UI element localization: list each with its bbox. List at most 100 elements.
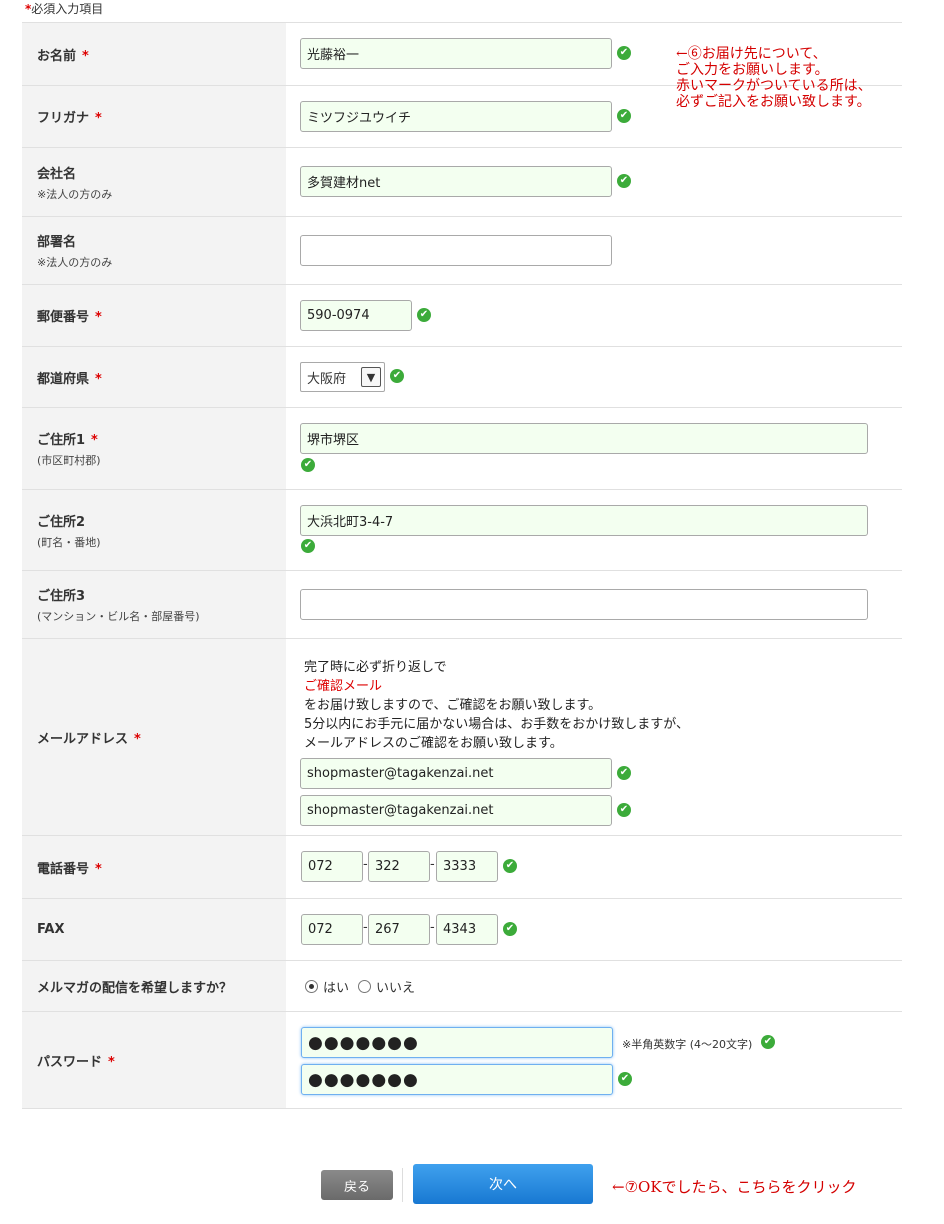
address3-label: ご住所3 [37,589,86,604]
row-address2: ご住所2 (町名・番地) 大浜北町3-4-7 ✔ [22,490,902,571]
required-mark: * [108,1054,115,1070]
check-icon: ✔ [617,803,631,817]
row-prefecture: 都道府県 * 大阪府 ▼ ✔ [22,347,902,408]
fax-separator: - [363,920,368,935]
required-mark: * [95,861,102,877]
department-sub: ※法人の方のみ [37,256,113,269]
check-icon: ✔ [617,766,631,780]
row-fax: FAX 072 - 267 - 4343 ✔ [22,899,902,961]
annotation-step7: ←⑦OKでしたら、こちらをクリック [612,1178,857,1196]
email-label: メールアドレス [37,731,129,747]
email-note-line3: 5分以内にお手元に届かない場合は、お手数をおかけ致しますが、 [304,717,690,732]
phone-part3-input[interactable]: 3333 [436,851,498,882]
phone-label: 電話番号 [37,861,90,877]
address2-input[interactable]: 大浜北町3-4-7 [300,505,868,536]
password-note: ※半角英数字 (4～20文字) [622,1038,753,1051]
newsletter-yes-label[interactable]: はい [323,977,349,996]
password-confirm-input[interactable]: ●●●●●●● [301,1064,613,1095]
newsletter-radio-group: はい いいえ [305,977,415,996]
password-label: パスワード [37,1054,103,1070]
name-input[interactable]: 光藤裕一 [300,38,612,69]
prefecture-value: 大阪府 [307,371,347,387]
required-mark: * [95,371,102,387]
row-phone: 電話番号 * 072 - 322 - 3333 ✔ [22,836,902,899]
phone-separator: - [430,857,435,872]
required-mark: * [134,731,141,747]
email-input[interactable]: shopmaster@tagakenzai.net [300,758,612,789]
annotation-step6-line3: 赤いマークがついている所は、 [676,78,872,94]
fax-separator: - [430,920,435,935]
email-confirm-input[interactable]: shopmaster@tagakenzai.net [300,795,612,826]
department-input[interactable] [300,235,612,266]
fax-label: FAX [37,922,65,937]
company-sub: ※法人の方のみ [37,187,113,201]
chevron-down-icon[interactable]: ▼ [361,367,381,387]
check-icon: ✔ [761,1035,775,1049]
button-divider [402,1168,403,1202]
annotation-step6-line4: 必ずご記入をお願い致します。 [676,94,871,110]
phone-part1-input[interactable]: 072 [301,851,363,882]
phone-separator: - [363,857,368,872]
fax-part3-input[interactable]: 4343 [436,914,498,945]
address2-label: ご住所2 [37,514,86,530]
annotation-step6: ←⑥お届け先について、 ご入力をお願いします。 赤いマークがついている所は、 必… [676,46,872,110]
row-postal: 郵便番号 * 590-0974 ✔ [22,285,902,347]
check-icon: ✔ [301,458,315,472]
row-password: パスワード * ●●●●●●● ※半角英数字 (4～20文字) ✔ ●●●●●●●… [22,1012,902,1109]
address1-input[interactable]: 堺市堺区 [300,423,868,454]
row-company: 会社名 ※法人の方のみ 多賀建材net ✔ [22,148,902,217]
fax-part2-input[interactable]: 267 [368,914,430,945]
address1-label: ご住所1 [37,433,86,448]
required-mark: * [95,310,102,325]
label-cell: お名前 * [22,23,286,85]
email-note-line1: 完了時に必ず折り返しで [304,660,447,675]
row-department: 部署名 ※法人の方のみ [22,217,902,285]
newsletter-no-radio[interactable] [358,980,372,993]
required-mark: * [91,433,98,448]
check-icon: ✔ [617,174,631,188]
required-note-text: 必須入力項目 [31,2,104,16]
postal-input[interactable]: 590-0974 [300,300,412,331]
newsletter-label: メルマガの配信を希望しますか？ [37,980,233,996]
email-note: 完了時に必ず折り返しで ご確認メール をお届け致しますので、ご確認をお願い致しま… [304,658,689,753]
row-newsletter: メルマガの配信を希望しますか？ はい いいえ [22,961,902,1012]
postal-label: 郵便番号 [37,310,90,325]
address1-sub: (市区町村郡) [37,454,101,467]
phone-part2-input[interactable]: 322 [368,851,430,882]
check-icon: ✔ [390,369,404,383]
fax-part1-input[interactable]: 072 [301,914,363,945]
check-icon: ✔ [503,922,517,936]
company-label: 会社名 [37,166,77,182]
row-email: メールアドレス * 完了時に必ず折り返しで ご確認メール をお届け致しますので、ご… [22,639,902,836]
department-label: 部署名 [37,235,77,250]
row-address1: ご住所1 * (市区町村郡) 堺市堺区 ✔ [22,408,902,490]
prefecture-label: 都道府県 [37,371,90,387]
check-icon: ✔ [617,109,631,123]
company-input[interactable]: 多賀建材net [300,166,612,197]
required-note: *必須入力項目 [25,0,103,17]
email-note-line2: をお届け致しますので、ご確認をお願い致します。 [304,698,602,713]
annotation-step6-line1: ←⑥お届け先について、 [676,46,827,62]
check-icon: ✔ [417,308,431,322]
check-icon: ✔ [503,859,517,873]
check-icon: ✔ [618,1072,632,1086]
prefecture-select[interactable]: 大阪府 ▼ [300,362,385,392]
email-note-red: ご確認メール [304,679,383,694]
address3-input[interactable] [300,589,868,620]
next-button[interactable]: 次へ [413,1164,593,1204]
order-form: お名前 * 光藤裕一 ✔ フリガナ * ミツフジユウイチ ✔ 会社名 ※法人の方のみ… [22,22,902,1109]
row-address3: ご住所3 (マンション・ビル名・部屋番号) [22,571,902,639]
check-icon: ✔ [617,46,631,60]
email-note-line4: メールアドレスのご確認をお願い致します。 [304,736,563,751]
furigana-input[interactable]: ミツフジユウイチ [300,101,612,132]
required-mark: * [95,111,102,126]
furigana-label: フリガナ [37,111,90,126]
back-button[interactable]: 戻る [321,1170,393,1200]
password-input[interactable]: ●●●●●●● [301,1027,613,1058]
annotation-step6-line2: ご入力をお願いします。 [676,62,829,78]
name-label: お名前 [37,48,77,64]
required-mark: * [82,48,89,64]
address2-sub: (町名・番地) [37,535,101,549]
newsletter-yes-radio[interactable] [305,980,318,993]
newsletter-no-label[interactable]: いいえ [376,977,415,996]
